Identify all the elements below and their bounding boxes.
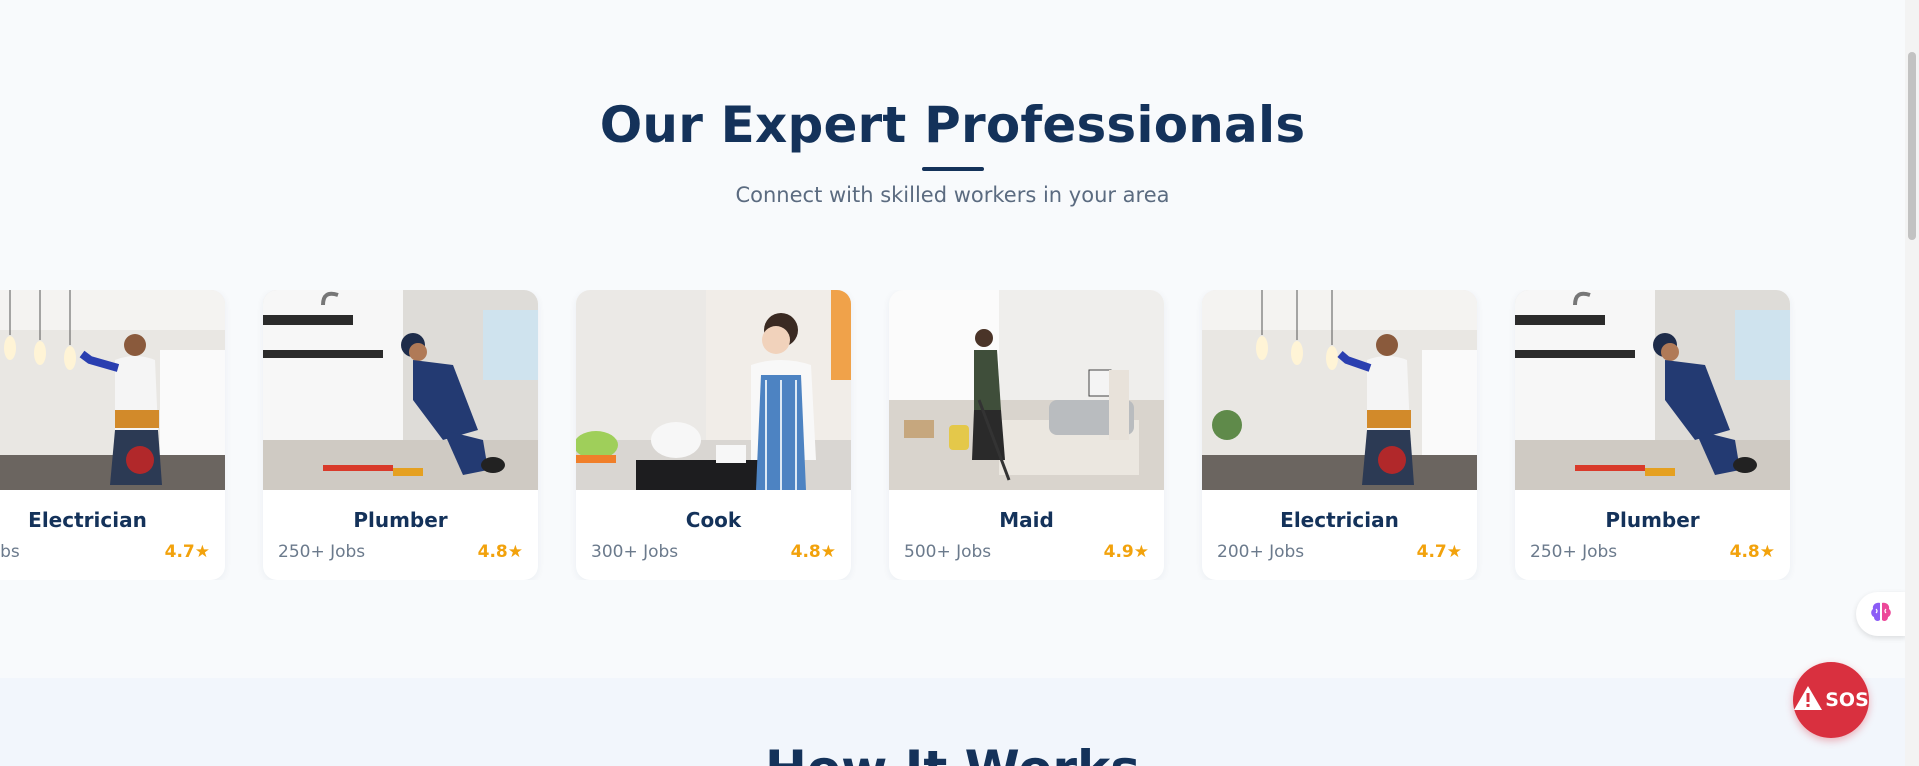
professional-card-plumber[interactable]: Plumber 250+ Jobs 4.8★	[1515, 290, 1790, 580]
maid-photo	[889, 290, 1164, 490]
card-title: Electrician	[1280, 508, 1399, 532]
how-it-works-title: How It Works	[0, 740, 1905, 766]
brain-icon	[1868, 599, 1894, 629]
electrician-photo	[0, 290, 225, 490]
card-rating: 4.7★	[164, 542, 210, 562]
sos-label: SOS	[1825, 689, 1869, 711]
warning-icon	[1793, 684, 1823, 716]
card-title: Cook	[685, 508, 742, 532]
card-title: Maid	[999, 508, 1054, 532]
card-jobs: 250+ Jobs	[1530, 542, 1618, 562]
card-rating: 4.8★	[1729, 542, 1775, 562]
professional-card-maid[interactable]: Maid 500+ Jobs 4.9★	[889, 290, 1164, 580]
professionals-carousel: Electrician + Jobs 4.7★	[0, 290, 1905, 580]
assistant-button[interactable]	[1856, 592, 1906, 636]
card-jobs: 250+ Jobs	[278, 542, 366, 562]
professional-card-plumber[interactable]: Plumber 250+ Jobs 4.8★	[263, 290, 538, 580]
page: Our Expert Professionals Connect with sk…	[0, 0, 1919, 766]
card-jobs: 300+ Jobs	[591, 542, 679, 562]
professional-card-electrician[interactable]: Electrician + Jobs 4.7★	[0, 290, 225, 580]
electrician-photo	[1202, 290, 1477, 490]
title-underline	[922, 167, 984, 171]
professional-card-electrician[interactable]: Electrician 200+ Jobs 4.7★	[1202, 290, 1477, 580]
card-rating: 4.8★	[790, 542, 836, 562]
card-rating: 4.8★	[477, 542, 523, 562]
professional-card-cook[interactable]: Cook 300+ Jobs 4.8★	[576, 290, 851, 580]
card-jobs: 200+ Jobs	[1217, 542, 1305, 562]
section-subtitle: Connect with skilled workers in your are…	[735, 183, 1170, 207]
card-jobs: + Jobs	[0, 542, 20, 562]
card-title: Plumber	[353, 508, 448, 532]
card-title: Electrician	[28, 508, 147, 532]
scrollbar-thumb[interactable]	[1908, 52, 1916, 240]
cook-photo	[576, 290, 851, 490]
plumber-photo	[263, 290, 538, 490]
sos-button[interactable]: SOS	[1793, 662, 1869, 738]
card-title: Plumber	[1605, 508, 1700, 532]
scrollbar[interactable]	[1905, 0, 1919, 766]
card-jobs: 500+ Jobs	[904, 542, 992, 562]
card-rating: 4.7★	[1416, 542, 1462, 562]
plumber-photo	[1515, 290, 1790, 490]
card-rating: 4.9★	[1103, 542, 1149, 562]
section-title: Our Expert Professionals	[599, 96, 1306, 154]
